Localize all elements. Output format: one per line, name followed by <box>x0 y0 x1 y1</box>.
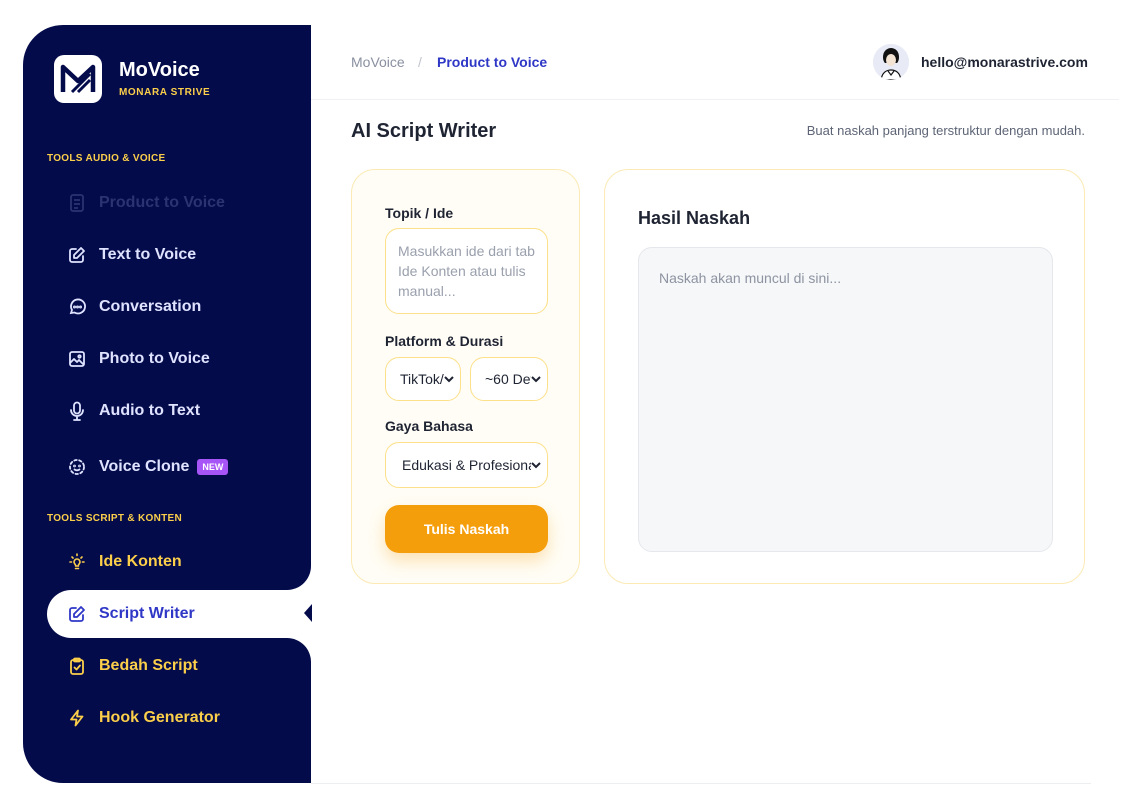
user-email[interactable]: hello@monarastrive.com <box>921 54 1088 70</box>
new-badge: NEW <box>197 459 229 475</box>
sidebar-item-label: Script Writer <box>99 605 195 622</box>
section-label-script: TOOLS SCRIPT & KONTEN <box>47 513 183 524</box>
style-label: Gaya Bahasa <box>385 418 473 434</box>
brand-subtitle: MONARA STRIVE <box>119 87 211 98</box>
write-script-button[interactable]: Tulis Naskah <box>385 505 548 553</box>
clipboard-check-icon <box>67 656 87 676</box>
script-form-card: Topik / Ide Masukkan ide dari tab Ide Ko… <box>351 169 580 584</box>
microphone-icon <box>67 401 87 421</box>
brand-logo <box>54 55 102 103</box>
page-subtitle: Buat naskah panjang terstruktur dengan m… <box>806 123 1085 138</box>
top-header: MoVoice / Product to Voice hello@monaras… <box>311 25 1119 100</box>
platform-select-value: TikTok/Reels <box>400 371 444 387</box>
brand-name: MoVoice <box>119 59 200 81</box>
sidebar-item-label: Bedah Script <box>99 657 198 674</box>
topic-label: Topik / Ide <box>385 205 454 221</box>
sidebar: MoVoice MONARA STRIVE TOOLS AUDIO & VOIC… <box>23 25 312 783</box>
style-select-value: Edukasi & Profesional <box>402 457 531 473</box>
breadcrumb-separator: / <box>418 54 422 70</box>
page-title: AI Script Writer <box>351 120 497 142</box>
active-curve-top <box>287 566 311 590</box>
sidebar-item-label: Hook Generator <box>99 709 220 726</box>
sidebar-item-label: Text to Voice <box>99 246 197 263</box>
lightning-icon <box>67 708 87 728</box>
sidebar-item-script-writer[interactable]: Script Writer <box>47 590 311 638</box>
avatar-icon <box>873 44 909 80</box>
divider <box>311 783 1091 784</box>
topic-input[interactable]: Masukkan ide dari tab Ide Konten atau tu… <box>385 228 548 314</box>
result-title: Hasil Naskah <box>638 208 751 228</box>
platform-select[interactable]: TikTok/Reels <box>385 357 461 401</box>
result-output-area[interactable]: Naskah akan muncul di sini... <box>638 247 1053 552</box>
breadcrumb-root-link[interactable]: MoVoice <box>351 54 405 70</box>
sidebar-item-photo-to-voice[interactable]: Photo to Voice <box>23 335 311 383</box>
result-card: Hasil Naskah Naskah akan muncul di sini.… <box>604 169 1085 584</box>
sidebar-item-label: Product to Voice <box>99 194 225 211</box>
sidebar-item-label: Audio to Text <box>99 402 201 419</box>
style-select[interactable]: Edukasi & Profesional <box>385 442 548 488</box>
sidebar-item-text-to-voice[interactable]: Text to Voice <box>23 231 311 279</box>
duration-select[interactable]: ~60 Detik <box>470 357 548 401</box>
sidebar-item-label: Voice Clone <box>99 458 190 475</box>
sidebar-item-conversation[interactable]: Conversation <box>23 283 311 331</box>
sidebar-item-hook-generator[interactable]: Hook Generator <box>23 694 311 742</box>
sidebar-item-label: Ide Konten <box>99 553 182 570</box>
edit-icon <box>67 604 87 624</box>
platform-label: Platform & Durasi <box>385 333 504 349</box>
file-icon <box>67 193 87 213</box>
app-window: MoVoice MONARA STRIVE TOOLS AUDIO & VOIC… <box>0 0 1143 804</box>
breadcrumb-current: Product to Voice <box>437 54 548 70</box>
chat-icon <box>67 297 87 317</box>
sidebar-item-ide-konten[interactable]: Ide Konten <box>23 538 311 586</box>
sidebar-item-product-to-voice[interactable]: Product to Voice <box>23 179 311 227</box>
edit-icon <box>67 245 87 265</box>
sidebar-item-audio-to-text[interactable]: Audio to Text <box>23 387 311 435</box>
chevron-down-icon <box>531 375 543 383</box>
duration-select-value: ~60 Detik <box>485 371 531 387</box>
sidebar-item-label: Photo to Voice <box>99 350 210 367</box>
sidebar-item-voice-clone[interactable]: Voice Clone NEW <box>23 443 311 491</box>
avatar[interactable] <box>873 44 909 80</box>
logo-icon <box>60 64 96 94</box>
lightbulb-icon <box>67 552 87 572</box>
sidebar-item-bedah-script[interactable]: Bedah Script <box>23 642 311 690</box>
voice-clone-icon <box>67 457 87 477</box>
chevron-down-icon <box>444 375 456 383</box>
sidebar-item-label: Conversation <box>99 298 202 315</box>
chevron-down-icon <box>531 461 543 469</box>
image-icon <box>67 349 87 369</box>
section-label-audio: TOOLS AUDIO & VOICE <box>47 153 166 164</box>
active-indicator <box>304 604 312 622</box>
